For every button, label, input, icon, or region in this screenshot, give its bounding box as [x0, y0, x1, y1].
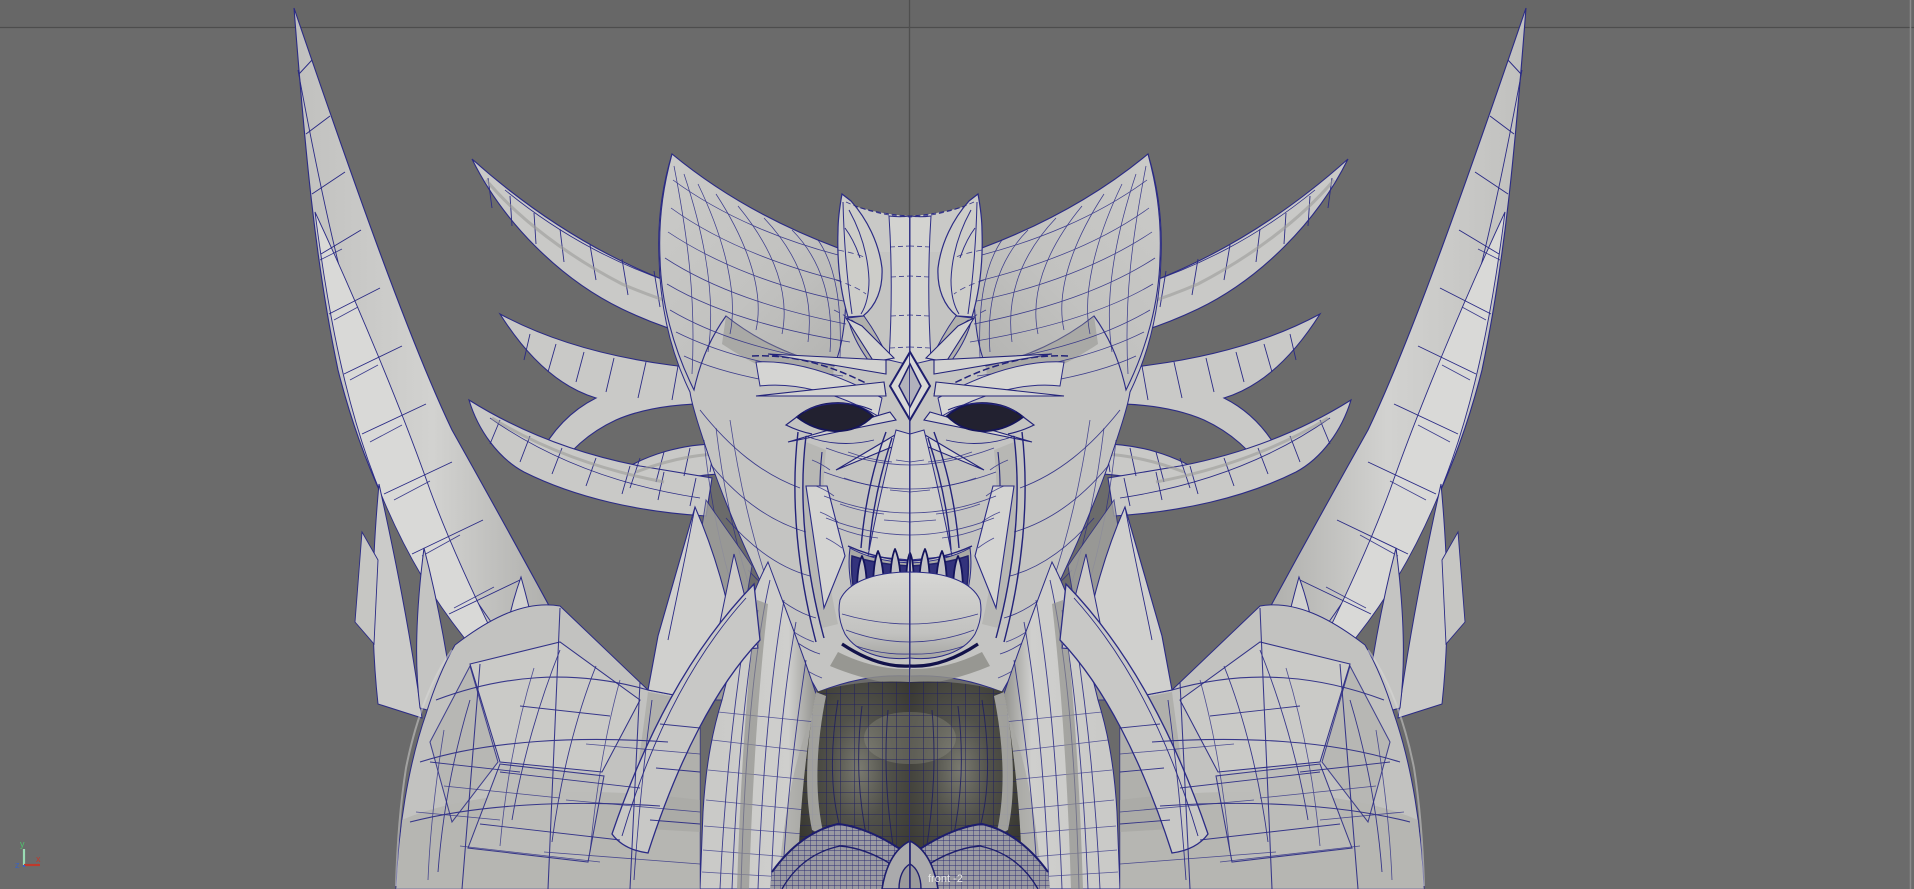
svg-text:z: z	[15, 860, 20, 870]
svg-text:y: y	[20, 839, 25, 849]
svg-text:x: x	[36, 854, 41, 864]
svg-text:front -2: front -2	[928, 873, 963, 885]
